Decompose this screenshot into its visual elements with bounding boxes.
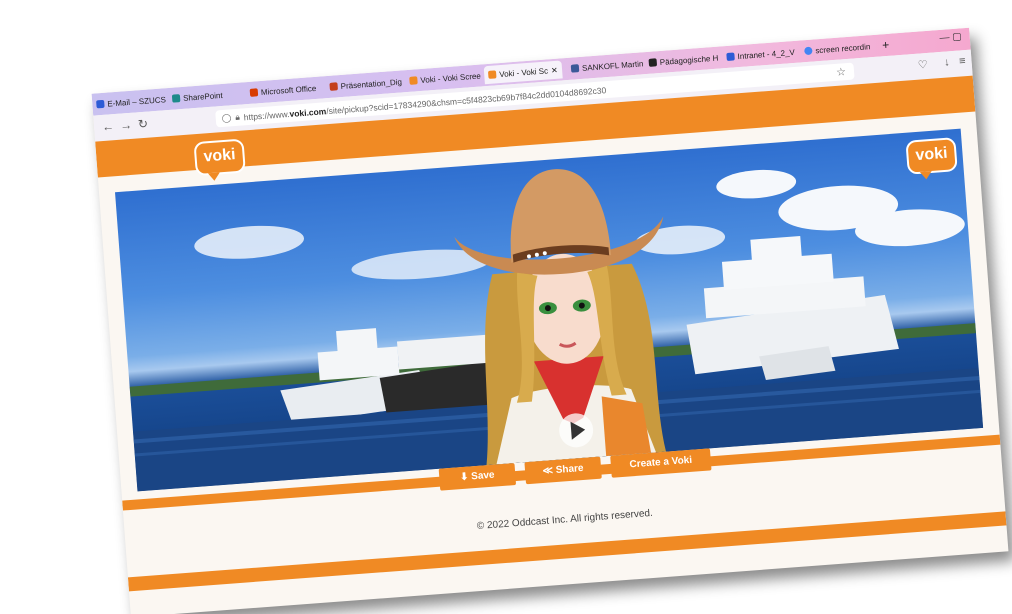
share-button[interactable]: ≪ Share (524, 456, 602, 485)
voki-corner-logo: voki (905, 137, 958, 175)
intranet-icon (726, 52, 735, 62)
powerpoint-icon (329, 82, 338, 91)
ph-icon (648, 58, 658, 67)
tab-screen-recording[interactable]: screen recordin (804, 37, 871, 60)
voki-scene: voki (115, 128, 984, 492)
reload-icon[interactable]: ↻ (137, 117, 148, 132)
menu-icon[interactable]: ≡ (959, 55, 966, 67)
voki-tab-icon (409, 76, 418, 85)
tab-sharepoint[interactable]: SharePoint (171, 86, 223, 108)
google-icon (804, 46, 813, 56)
new-tab-button[interactable]: + (881, 36, 890, 54)
screenshot-stage: E-Mail – SZUCS SharePoint Microsoft Offi… (0, 0, 1012, 614)
tab-microsoft-office[interactable]: Microsoft Office (249, 79, 317, 102)
sharepoint-icon (171, 94, 181, 103)
play-icon (570, 420, 586, 440)
tab-intranet[interactable]: Intranet - 4_2_V (726, 43, 796, 66)
voki-logo[interactable]: voki (193, 138, 246, 177)
mail-icon (96, 99, 105, 109)
forward-icon[interactable]: → (120, 118, 133, 133)
save-button[interactable]: ⬇ Save (438, 463, 517, 491)
teams-icon (570, 64, 580, 73)
download-icon[interactable]: ↓ (944, 56, 950, 68)
voki-tab-icon (487, 70, 497, 79)
close-tab-icon[interactable]: ✕ (551, 65, 558, 74)
browser-window: E-Mail – SZUCS SharePoint Microsoft Offi… (91, 27, 1009, 614)
back-icon[interactable]: ← (102, 119, 115, 134)
pocket-icon[interactable]: ♡ (917, 58, 928, 72)
lock-icon: 🔒︎ (234, 111, 241, 123)
bookmark-star-icon[interactable]: ☆ (836, 65, 847, 79)
office-icon (249, 88, 259, 97)
shield-icon: ◯ (221, 112, 232, 124)
window-controls[interactable]: — ▢ (939, 31, 962, 44)
